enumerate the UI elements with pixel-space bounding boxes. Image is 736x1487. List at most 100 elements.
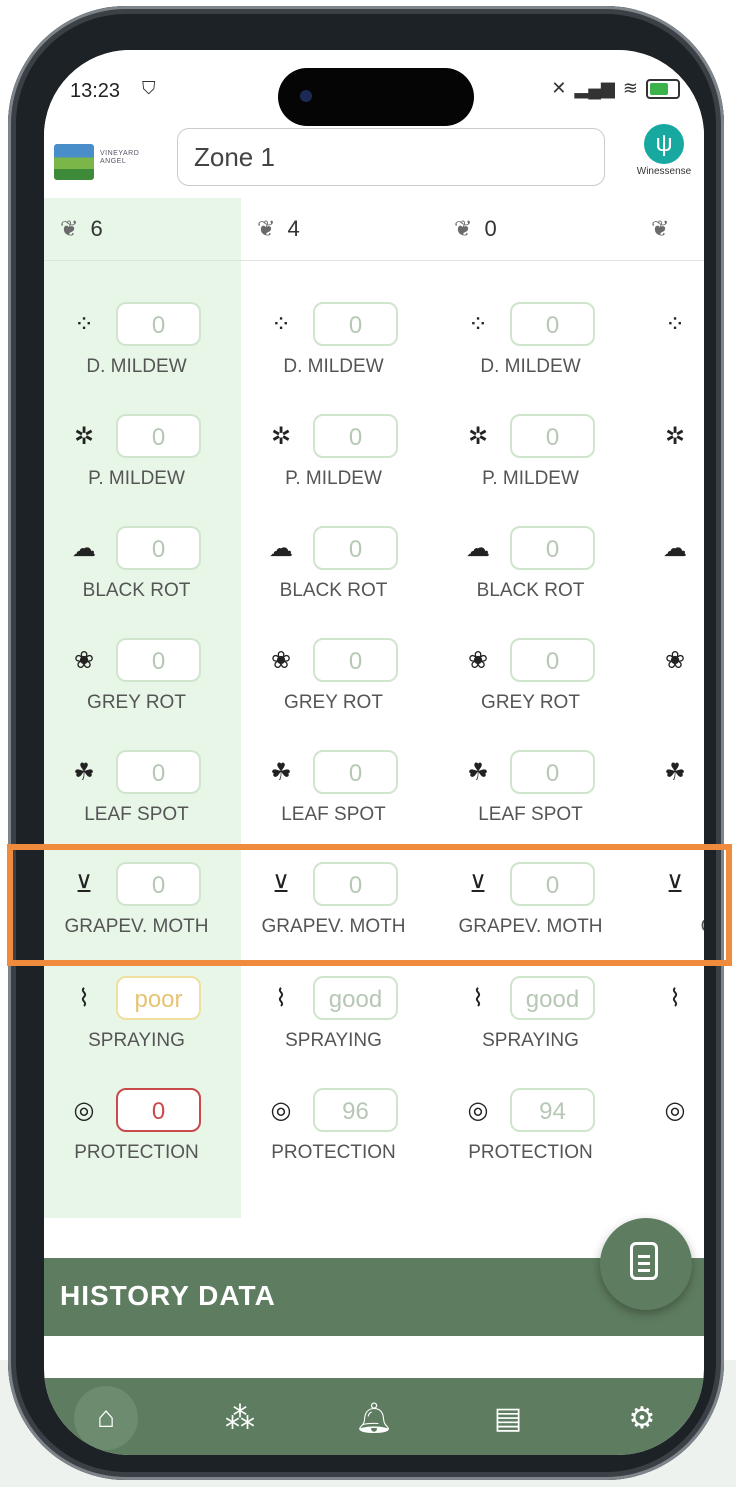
metric-label: BLACK ROT bbox=[279, 580, 388, 601]
metric-value-box: 0 bbox=[116, 638, 201, 682]
metric-cell[interactable]: ☘ 0 LEAF SPOT bbox=[241, 750, 438, 846]
system-icons: ✕ ▂▄▆ ≋ bbox=[551, 78, 680, 99]
metric-label: BLA bbox=[635, 580, 704, 602]
app-header: VINEYARD ANGEL ψ Winessense bbox=[44, 124, 704, 198]
metric-cell[interactable]: ☁ 0 BLACK ROT bbox=[438, 526, 635, 622]
metric-cell[interactable]: ⁘ 0 D. MILDEW bbox=[438, 302, 635, 398]
metric-cell[interactable]: ⌇ good SPRAYING bbox=[438, 976, 635, 1072]
metric-cell[interactable]: ☁ BLA bbox=[635, 532, 704, 622]
status-time: 13:23 bbox=[70, 80, 121, 102]
metric-label: BLACK ROT bbox=[82, 580, 191, 601]
status-bar: 13:23 ⛉ ✕ ▂▄▆ ≋ bbox=[44, 50, 704, 128]
metric-cell[interactable]: ❀ 0 GREY ROT bbox=[241, 638, 438, 734]
metric-cell[interactable]: ✲ 0 P. MILDEW bbox=[438, 414, 635, 510]
metric-value-box: 96 bbox=[313, 1088, 398, 1132]
metric-label: GRAP bbox=[635, 916, 704, 938]
metric-cell[interactable]: ☁ 0 BLACK ROT bbox=[44, 526, 241, 622]
p-mildew-icon: ✲ bbox=[467, 423, 489, 450]
metric-value-box: 0 bbox=[116, 414, 201, 458]
metric-label: SPRAYING bbox=[88, 1030, 185, 1051]
metric-cell[interactable]: ☘ 0 LEAF SPOT bbox=[44, 750, 241, 846]
nav-alerts-button[interactable]: 🔔︎ bbox=[342, 1386, 406, 1450]
metric-cell[interactable]: ⊻ GRAP bbox=[635, 868, 704, 958]
zone-select-input[interactable] bbox=[177, 128, 605, 186]
metric-cell[interactable]: ⁘ D. M bbox=[635, 308, 704, 398]
metric-cell[interactable]: ⁘ 0 D. MILDEW bbox=[44, 302, 241, 398]
metric-label: D. MILDEW bbox=[283, 356, 384, 377]
metric-value-box: 0 bbox=[510, 526, 595, 570]
metric-cell[interactable]: ✲ 0 P. MILDEW bbox=[241, 414, 438, 510]
metric-label: GRAPEV. MOTH bbox=[458, 916, 603, 937]
nav-settings-button[interactable]: ⚙ bbox=[610, 1386, 674, 1450]
metric-label: PRO bbox=[635, 1142, 704, 1164]
vineyard-angel-logo[interactable]: VINEYARD ANGEL bbox=[54, 144, 166, 182]
metric-cell[interactable]: ❀ 0 GREY ROT bbox=[44, 638, 241, 734]
mute-icon: ✕ bbox=[551, 78, 567, 98]
nav-messages-button[interactable]: ▤ bbox=[476, 1386, 540, 1450]
metric-label: P. MILDEW bbox=[88, 468, 185, 489]
mildew-icon: ⁘ bbox=[467, 311, 489, 338]
metric-cell[interactable]: ⊻ 0 GRAPEV. MOTH bbox=[241, 862, 438, 958]
metric-value-box: 0 bbox=[116, 526, 201, 570]
sprayer-icon: ⌇ bbox=[472, 985, 484, 1012]
black-rot-icon: ☁ bbox=[72, 535, 96, 562]
metric-label: SPRAYING bbox=[482, 1030, 579, 1051]
nav-grapes-button[interactable]: ⁂ bbox=[208, 1386, 272, 1450]
protection-gauge-icon: ◎ bbox=[467, 1097, 489, 1124]
sensor-grid: ❦ 6 ⁘ 0 D. MILDEW ✲ 0 P. MILDEW ☁ 0 BLACK ROT ❀ 0 GRE… bbox=[44, 198, 704, 1218]
metric-cell[interactable]: ◎ 96 PROTECTION bbox=[241, 1088, 438, 1184]
metric-value-box: 0 bbox=[313, 526, 398, 570]
metric-cell[interactable]: ⌇ good SPRAYING bbox=[241, 976, 438, 1072]
mildew-icon: ⁘ bbox=[73, 311, 95, 338]
metric-value-box: 0 bbox=[116, 1088, 201, 1132]
battery-icon bbox=[646, 78, 680, 99]
metric-cell[interactable]: ☘ 0 LEAF SPOT bbox=[438, 750, 635, 846]
moth-icon: ⊻ bbox=[272, 871, 290, 898]
metric-label: P. MILDEW bbox=[285, 468, 382, 489]
moth-icon: ⊻ bbox=[75, 871, 93, 898]
metric-label: D. M bbox=[635, 356, 704, 378]
nav-home-button[interactable]: ⌂ bbox=[74, 1386, 138, 1450]
metric-value-box: 0 bbox=[313, 638, 398, 682]
metric-value-box: 0 bbox=[116, 302, 201, 346]
metric-cell[interactable]: ◎ 0 PROTECTION bbox=[44, 1088, 241, 1184]
mildew-icon: ⁘ bbox=[664, 311, 686, 338]
metric-cell[interactable]: ☁ 0 BLACK ROT bbox=[241, 526, 438, 622]
metric-label: PROTECTION bbox=[74, 1142, 199, 1163]
camera-icon bbox=[300, 90, 312, 102]
metric-cell[interactable]: ◎ 94 PROTECTION bbox=[438, 1088, 635, 1184]
metric-cell[interactable]: ⊻ 0 GRAPEV. MOTH bbox=[438, 862, 635, 958]
sprayer-icon: ⌇ bbox=[78, 985, 90, 1012]
metric-cell[interactable]: ◎ PRO bbox=[635, 1094, 704, 1184]
metric-value-box: 0 bbox=[313, 414, 398, 458]
sprayer-icon: ⌇ bbox=[669, 985, 681, 1012]
leaf-spot-icon: ☘ bbox=[467, 759, 489, 786]
metric-value-box: 0 bbox=[116, 750, 201, 794]
report-fab-button[interactable] bbox=[600, 1218, 692, 1310]
metric-cell[interactable]: ☘ LEA bbox=[635, 756, 704, 846]
leaf-count-row: ❦ 0 bbox=[438, 198, 635, 261]
metric-cell[interactable]: ⌇ SP bbox=[635, 982, 704, 1072]
winessense-button[interactable]: ψ Winessense bbox=[624, 124, 704, 177]
metric-label: GREY ROT bbox=[481, 692, 580, 713]
zone-column: ❦ 0 ⁘ 0 D. MILDEW ✲ 0 P. MILDEW ☁ 0 BLACK ROT ❀ 0 GRE… bbox=[438, 198, 635, 1218]
metric-label: LEAF SPOT bbox=[84, 804, 189, 825]
wifi-icon: ≋ bbox=[622, 78, 638, 98]
bottom-navigation: ⌂ ⁂ 🔔︎ ▤ ⚙ bbox=[44, 1378, 704, 1455]
protection-gauge-icon: ◎ bbox=[664, 1097, 686, 1124]
metric-cell[interactable]: ✲ 0 P. MILDEW bbox=[44, 414, 241, 510]
leaf-icon: ❦ bbox=[60, 216, 79, 241]
metric-cell[interactable]: ❀ GR bbox=[635, 644, 704, 734]
black-rot-icon: ☁ bbox=[663, 535, 687, 562]
app-screen: 13:23 ⛉ ✕ ▂▄▆ ≋ VINEYARD ANGEL ψ Wines bbox=[44, 50, 704, 1455]
metric-cell[interactable]: ⊻ 0 GRAPEV. MOTH bbox=[44, 862, 241, 958]
mildew-icon: ⁘ bbox=[270, 311, 292, 338]
moth-icon: ⊻ bbox=[469, 871, 487, 898]
home-icon: ⌂ bbox=[96, 1401, 116, 1434]
metric-cell[interactable]: ⁘ 0 D. MILDEW bbox=[241, 302, 438, 398]
metric-cell[interactable]: ✲ P. M bbox=[635, 420, 704, 510]
zone-column: ❦ ⁘ D. M ✲ P. M ☁ BLA ❀ GR ☘ LEA ⊻ GRAP ⌇ SP ◎ PRO bbox=[635, 198, 704, 1218]
metric-cell[interactable]: ⌇ poor SPRAYING bbox=[44, 976, 241, 1072]
metric-cell[interactable]: ❀ 0 GREY ROT bbox=[438, 638, 635, 734]
metric-value-box: 0 bbox=[116, 862, 201, 906]
